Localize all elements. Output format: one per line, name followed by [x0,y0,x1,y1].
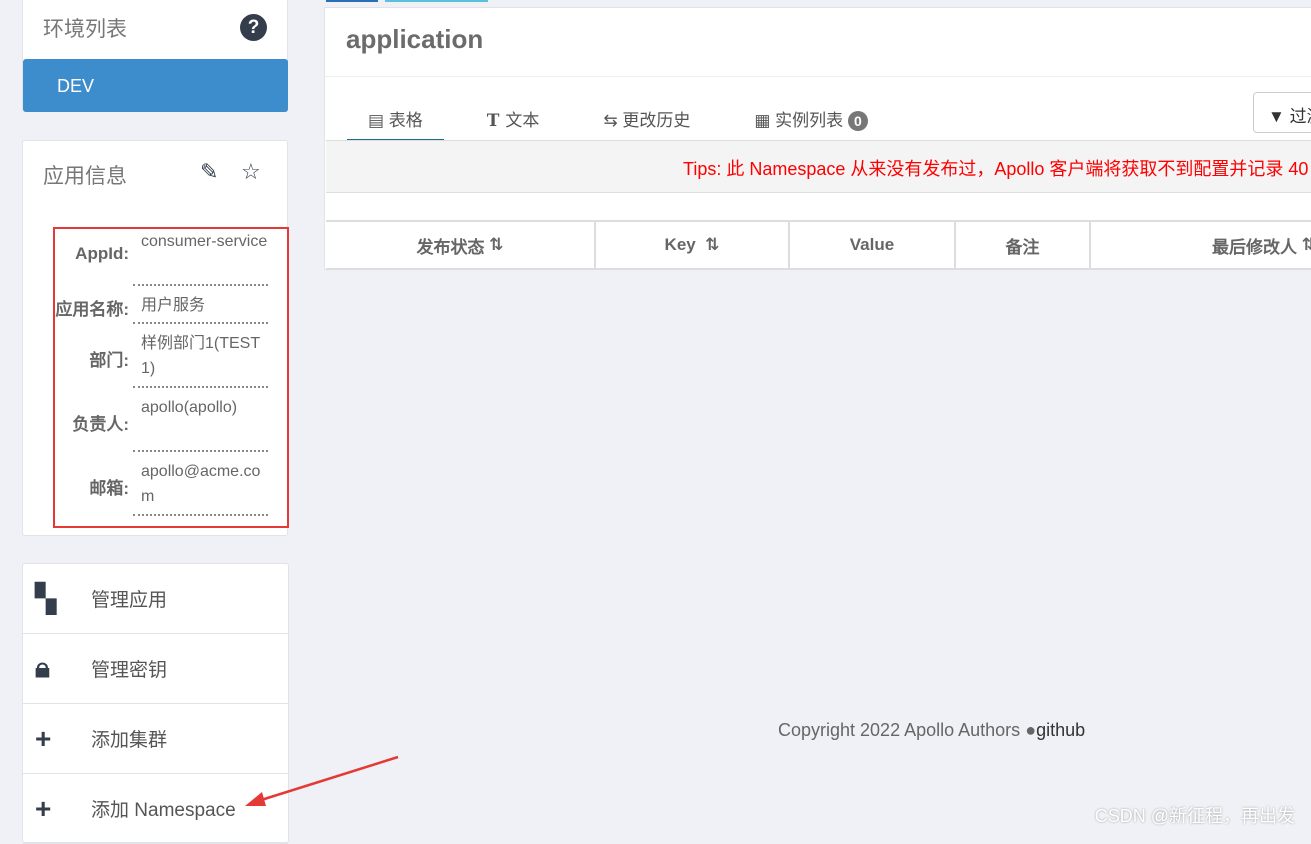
annotation-arrow [245,755,399,806]
watermark: CSDN @新征程，再出发 [1094,806,1295,826]
